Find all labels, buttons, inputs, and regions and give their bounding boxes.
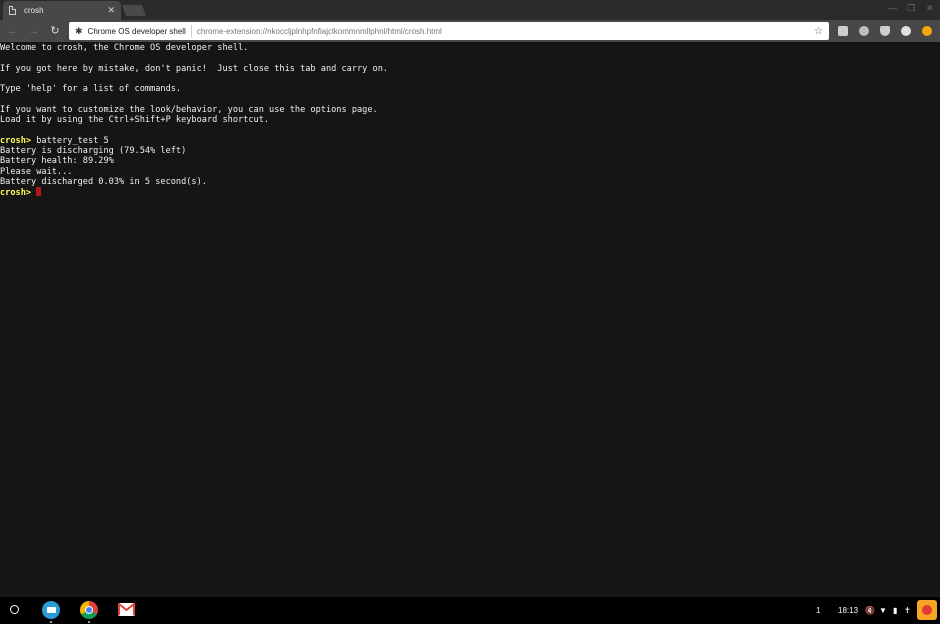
gmail-app-icon[interactable] <box>118 603 135 616</box>
new-tab-button[interactable] <box>121 5 147 16</box>
line-text: Type 'help' for a list of commands. <box>0 84 182 95</box>
prompt-line: crosh> <box>0 187 940 199</box>
line-text: If you want to customize the look/behavi… <box>0 104 378 115</box>
url-text[interactable]: chrome-extension://nkoccljplnhpfnfiajclk… <box>197 27 814 36</box>
output-line: Welcome to crosh, the Chrome OS develope… <box>0 43 940 53</box>
page-icon <box>9 6 16 15</box>
puzzle-icon: ✱ <box>75 25 83 36</box>
prompt-label: crosh> <box>0 188 32 199</box>
avatar-face <box>922 605 932 615</box>
running-indicator <box>88 621 90 623</box>
shield-icon[interactable] <box>880 26 890 36</box>
forward-icon[interactable]: → <box>26 23 42 39</box>
tab-strip: crosh ✕ — ❐ ✕ <box>0 0 940 20</box>
output-line: If you got here by mistake, don't panic!… <box>0 64 940 74</box>
launcher-icon[interactable] <box>10 605 19 614</box>
maximize-icon[interactable]: ❐ <box>907 4 915 13</box>
address-bar[interactable]: ✱ Chrome OS developer shell chrome-exten… <box>69 22 829 40</box>
tab-crosh[interactable]: crosh ✕ <box>3 1 121 20</box>
output-line: If you want to customize the look/behavi… <box>0 105 940 115</box>
divider <box>190 25 192 37</box>
output-line: Type 'help' for a list of commands. <box>0 84 940 94</box>
tab-title: crosh <box>24 6 44 15</box>
avatar[interactable] <box>917 600 937 620</box>
line-text: Battery is discharging (79.54% left) <box>0 145 187 156</box>
files-app-icon[interactable] <box>42 601 60 623</box>
hangouts-icon[interactable] <box>901 26 911 36</box>
prompt-line: crosh> battery_test 5 <box>0 136 940 146</box>
notification-count[interactable]: 1 <box>816 597 820 624</box>
output-line: Please wait... <box>0 167 940 177</box>
line-text: Battery health: 89.29% <box>0 156 114 167</box>
cursor <box>36 187 42 197</box>
chrome-center <box>85 606 93 614</box>
window-close-icon[interactable]: ✕ <box>926 4 934 13</box>
terminal-output[interactable]: Welcome to crosh, the Chrome OS develope… <box>0 42 940 597</box>
line-text: battery_test 5 <box>31 135 109 146</box>
output-line: Load it by using the Ctrl+Shift+P keyboa… <box>0 115 940 125</box>
running-indicator <box>50 621 52 623</box>
accessibility-icon[interactable]: ✝ <box>904 607 911 615</box>
prompt-label: crosh> <box>0 135 32 146</box>
gmail-m-icon <box>118 603 135 615</box>
folder-icon <box>47 607 56 613</box>
wifi-icon[interactable]: ▼ <box>879 607 887 615</box>
output-line: Battery discharged 0.03% in 5 second(s). <box>0 177 940 187</box>
mute-icon[interactable]: 🔇 <box>865 607 875 615</box>
reload-icon[interactable]: ↻ <box>47 23 63 39</box>
site-name: Chrome OS developer shell <box>87 26 186 36</box>
line-text: Please wait... <box>0 166 73 177</box>
chrome-app-icon[interactable] <box>80 601 98 623</box>
chat-bubble-icon[interactable] <box>838 26 848 36</box>
tab-close-icon[interactable]: ✕ <box>107 6 115 15</box>
output-line: Battery health: 89.29% <box>0 156 940 166</box>
browser-toolbar: ← → ↻ ✱ Chrome OS developer shell chrome… <box>0 20 940 42</box>
line-text: Battery discharged 0.03% in 5 second(s). <box>0 176 207 187</box>
battery-icon[interactable]: ▮ <box>893 607 897 615</box>
output-line: Battery is discharging (79.54% left) <box>0 146 940 156</box>
reader-icon[interactable] <box>859 26 869 36</box>
bookmark-star-icon[interactable]: ☆ <box>814 26 823 37</box>
line-text: If you got here by mistake, don't panic!… <box>0 63 389 74</box>
clock[interactable]: 18:13 <box>838 597 858 624</box>
shelf: 1 18:13 🔇 ▼ ▮ ✝ <box>0 597 940 624</box>
warning-icon[interactable] <box>922 26 932 36</box>
line-text: Load it by using the Ctrl+Shift+P keyboa… <box>0 115 270 126</box>
line-text: Welcome to crosh, the Chrome OS develope… <box>0 43 249 53</box>
back-icon[interactable]: ← <box>5 23 21 39</box>
minimize-icon[interactable]: — <box>888 4 897 13</box>
